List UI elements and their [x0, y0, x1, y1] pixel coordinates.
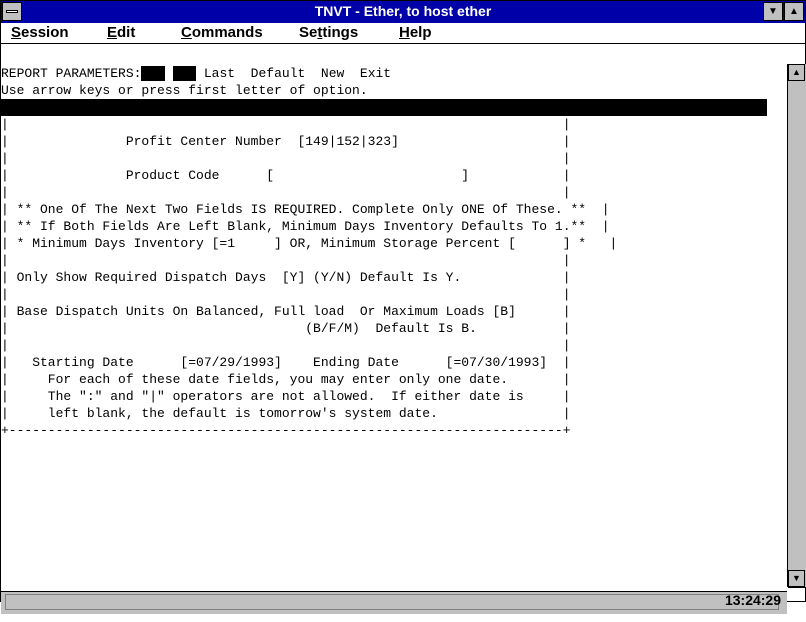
- terminal-screen[interactable]: REPORT PARAMETERS: Last Default New Exit…: [1, 44, 786, 587]
- menu-edit[interactable]: Edit: [107, 24, 135, 41]
- scroll-down-button[interactable]: ▼: [788, 570, 805, 587]
- terminal-window: TNVT - Ether, to host ether ▼ ▲ Session …: [0, 0, 806, 614]
- form-line: | |: [1, 287, 571, 302]
- maximize-button[interactable]: ▲: [784, 2, 804, 21]
- form-line[interactable]: | Base Dispatch Units On Balanced, Full …: [1, 303, 571, 320]
- menu-commands[interactable]: Commands: [181, 24, 263, 41]
- form-line: | |: [1, 151, 571, 166]
- report-parameters-label: REPORT PARAMETERS:: [1, 66, 142, 81]
- title-bar[interactable]: TNVT - Ether, to host ether ▼ ▲: [1, 1, 805, 23]
- form-line: | |: [1, 338, 571, 353]
- form-line: | For each of these date fields, you may…: [1, 372, 571, 387]
- status-bar: 13:24:29: [1, 591, 787, 614]
- scroll-up-button[interactable]: ▲: [788, 64, 805, 81]
- menu-settings[interactable]: Settings: [299, 24, 358, 41]
- selected-option-block[interactable]: [172, 66, 197, 81]
- form-border: +---------------------------------------…: [1, 423, 571, 438]
- report-options[interactable]: Last Default New Exit: [204, 66, 391, 81]
- form-line[interactable]: | * Minimum Days Inventory [=1 ] OR, Min…: [1, 235, 617, 252]
- screen-header: FMRRDSPT Recommended Dispatch Help = Ctr…: [1, 99, 767, 166]
- menu-session[interactable]: Session: [11, 24, 69, 41]
- form-line: | The ":" and "|" operators are not allo…: [1, 389, 571, 404]
- instruction-line: Use arrow keys or press first letter of …: [1, 83, 368, 98]
- minimize-button[interactable]: ▼: [763, 2, 783, 21]
- form-line: | ** If Both Fields Are Left Blank, Mini…: [1, 219, 610, 234]
- form-line[interactable]: | Only Show Required Dispatch Days [Y] (…: [1, 269, 571, 286]
- status-field: [5, 594, 779, 610]
- cursor-block: [141, 66, 165, 81]
- form-line: | ** One Of The Next Two Fields IS REQUI…: [1, 202, 610, 217]
- report-parameters-line: REPORT PARAMETERS: Last Default New Exit: [1, 65, 391, 82]
- menu-help[interactable]: Help: [399, 24, 432, 41]
- form-line[interactable]: | Product Code [ ] |: [1, 167, 571, 184]
- form-line[interactable]: | Starting Date [=07/29/1993] Ending Dat…: [1, 354, 571, 371]
- window-title: TNVT - Ether, to host ether: [314, 3, 492, 19]
- form-line: | left blank, the default is tomorrow's …: [1, 406, 571, 421]
- form-line[interactable]: | Profit Center Number [149|152|323] |: [1, 133, 571, 150]
- form-line: | |: [1, 117, 571, 132]
- menu-bar: Session Edit Commands Settings Help: [1, 23, 805, 44]
- form-line: | |: [1, 185, 571, 200]
- form-line: | |: [1, 253, 571, 268]
- status-clock: 13:24:29: [724, 592, 781, 608]
- help-hint: Help = Ctrl-w: [661, 151, 763, 166]
- vertical-scrollbar[interactable]: ▲ ▼: [787, 64, 806, 588]
- form-line: | (B/F/M) Default Is B. |: [1, 321, 571, 336]
